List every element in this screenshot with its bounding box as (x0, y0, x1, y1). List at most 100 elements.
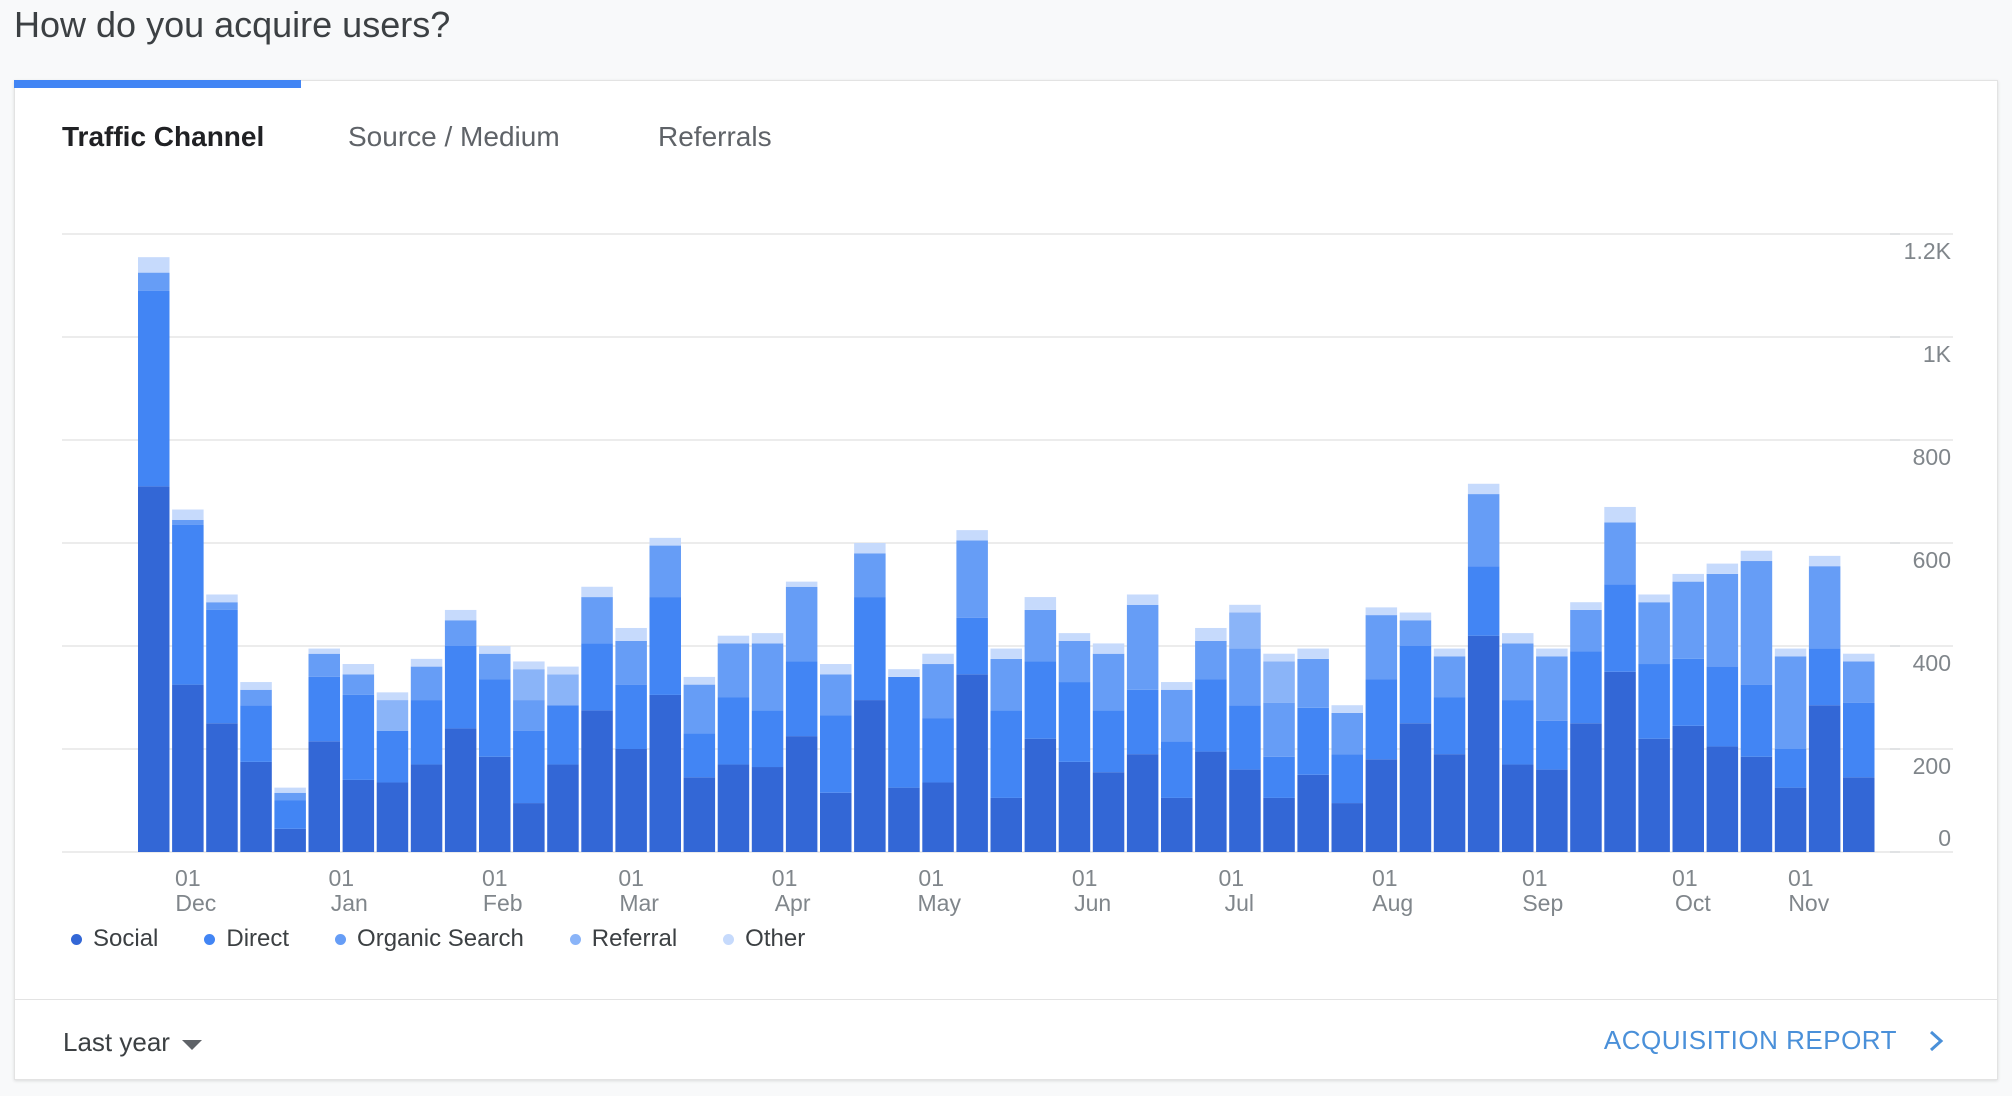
bar-segment-other[interactable] (1092, 643, 1125, 654)
bar-segment-direct[interactable] (1740, 684, 1773, 757)
bar-segment-direct[interactable] (1433, 697, 1466, 755)
bar-segment-social[interactable] (1502, 764, 1534, 852)
bar-segment-social[interactable] (376, 782, 409, 852)
bar-segment-organic-search[interactable] (1502, 643, 1534, 701)
bar-segment-other[interactable] (888, 669, 920, 677)
bar-segment-other[interactable] (1263, 653, 1295, 662)
bar-segment-other[interactable] (1297, 648, 1329, 659)
bar-segment-social[interactable] (990, 797, 1023, 852)
bar-segment-other[interactable] (1195, 627, 1227, 641)
bar-segment-other[interactable] (274, 787, 306, 793)
bar-segment-other[interactable] (479, 646, 511, 654)
bar-segment-other[interactable] (990, 648, 1023, 659)
bar-segment-direct[interactable] (1774, 749, 1807, 788)
bar-segment-direct[interactable] (1467, 566, 1500, 636)
bar-segment-organic-search[interactable] (1126, 604, 1159, 690)
bar-segment-referral[interactable] (1229, 612, 1261, 649)
bar-segment-other[interactable] (1740, 550, 1773, 562)
bar-segment-other[interactable] (1126, 594, 1159, 605)
bar-segment-social[interactable] (717, 764, 750, 852)
bar-segment-other[interactable] (1638, 594, 1670, 603)
bar-segment-social[interactable] (410, 764, 443, 852)
acquisition-report-link[interactable]: ACQUISITION REPORT (1604, 1025, 1945, 1056)
bar-segment-social[interactable] (1570, 723, 1602, 852)
bar-segment-organic-search[interactable] (1331, 712, 1364, 755)
bar-segment-organic-search[interactable] (717, 643, 750, 698)
bar-segment-other[interactable] (1536, 648, 1568, 657)
bar-segment-social[interactable] (1467, 635, 1500, 852)
bar-segment-direct[interactable] (479, 679, 511, 757)
bar-segment-organic-search[interactable] (240, 689, 272, 706)
bar-segment-organic-search[interactable] (1570, 609, 1602, 652)
bar-segment-other[interactable] (683, 676, 716, 685)
bar-segment-social[interactable] (922, 782, 954, 852)
bar-segment-direct[interactable] (240, 705, 272, 762)
bar-segment-direct[interactable] (342, 694, 375, 780)
bar-segment-direct[interactable] (172, 524, 204, 685)
bar-segment-other[interactable] (240, 682, 272, 690)
bar-segment-social[interactable] (581, 710, 613, 852)
bar-segment-social[interactable] (1229, 769, 1261, 852)
bar-segment-social[interactable] (956, 674, 988, 852)
bar-segment-social[interactable] (1126, 754, 1159, 852)
bar-segment-social[interactable] (1365, 759, 1398, 852)
bar-segment-other[interactable] (172, 509, 204, 520)
bar-segment-social[interactable] (1331, 803, 1364, 852)
bar-segment-social[interactable] (751, 767, 784, 852)
bar-segment-direct[interactable] (376, 730, 409, 783)
bar-segment-direct[interactable] (1399, 646, 1432, 724)
bar-segment-social[interactable] (1638, 738, 1670, 852)
bar-segment-organic-search[interactable] (615, 640, 647, 685)
bar-segment-social[interactable] (1774, 787, 1807, 852)
bar-segment-direct[interactable] (990, 710, 1023, 798)
bar-segment-other[interactable] (1808, 555, 1841, 567)
bar-segment-other[interactable] (1570, 602, 1602, 610)
bar-segment-social[interactable] (1740, 756, 1773, 852)
bar-segment-other[interactable] (547, 666, 579, 675)
bar-segment-organic-search[interactable] (1843, 661, 1875, 703)
bar-segment-other[interactable] (1672, 573, 1705, 582)
bar-segment-other[interactable] (956, 530, 988, 541)
bar-segment-organic-search[interactable] (1263, 702, 1295, 757)
legend-item-direct[interactable]: Direct (204, 925, 289, 953)
bar-segment-direct[interactable] (513, 730, 545, 804)
bar-segment-direct[interactable] (1126, 689, 1159, 755)
bar-segment-social[interactable] (1536, 769, 1568, 852)
bar-segment-other[interactable] (1024, 597, 1057, 610)
bar-segment-social[interactable] (1706, 746, 1739, 852)
bar-segment-organic-search[interactable] (1365, 615, 1398, 680)
bar-segment-other[interactable] (1604, 506, 1636, 523)
bar-segment-direct[interactable] (1024, 661, 1057, 739)
bar-segment-other[interactable] (581, 586, 613, 598)
bar-segment-other[interactable] (649, 537, 682, 546)
bar-segment-social[interactable] (1399, 723, 1432, 852)
bar-segment-direct[interactable] (1058, 682, 1091, 762)
legend-item-organic-search[interactable]: Organic Search (335, 925, 524, 953)
bar-segment-direct[interactable] (1297, 707, 1329, 775)
bar-segment-other[interactable] (1365, 607, 1398, 616)
bar-segment-social[interactable] (1604, 671, 1636, 852)
bar-segment-organic-search[interactable] (1058, 640, 1091, 683)
bar-segment-other[interactable] (615, 627, 647, 641)
bar-segment-referral[interactable] (547, 674, 579, 706)
bar-segment-other[interactable] (138, 257, 170, 273)
bar-segment-direct[interactable] (854, 597, 886, 701)
bar-segment-direct[interactable] (308, 676, 341, 742)
bar-segment-organic-search[interactable] (206, 602, 238, 610)
bar-segment-direct[interactable] (1263, 756, 1295, 798)
bar-segment-direct[interactable] (1502, 700, 1534, 765)
bar-segment-organic-search[interactable] (922, 664, 954, 719)
bar-segment-social[interactable] (342, 779, 375, 852)
bar-segment-referral[interactable] (513, 669, 545, 701)
bar-segment-organic-search[interactable] (1808, 566, 1841, 649)
bar-segment-direct[interactable] (410, 700, 443, 765)
bar-segment-organic-search[interactable] (1672, 581, 1705, 659)
bar-segment-organic-search[interactable] (444, 620, 477, 646)
bar-segment-direct[interactable] (683, 733, 716, 778)
bar-segment-organic-search[interactable] (1092, 653, 1125, 711)
bar-segment-direct[interactable] (1808, 648, 1841, 706)
bar-segment-other[interactable] (854, 543, 886, 554)
bar-segment-social[interactable] (1433, 754, 1466, 852)
bar-segment-direct[interactable] (820, 715, 852, 793)
bar-segment-other[interactable] (922, 653, 954, 665)
